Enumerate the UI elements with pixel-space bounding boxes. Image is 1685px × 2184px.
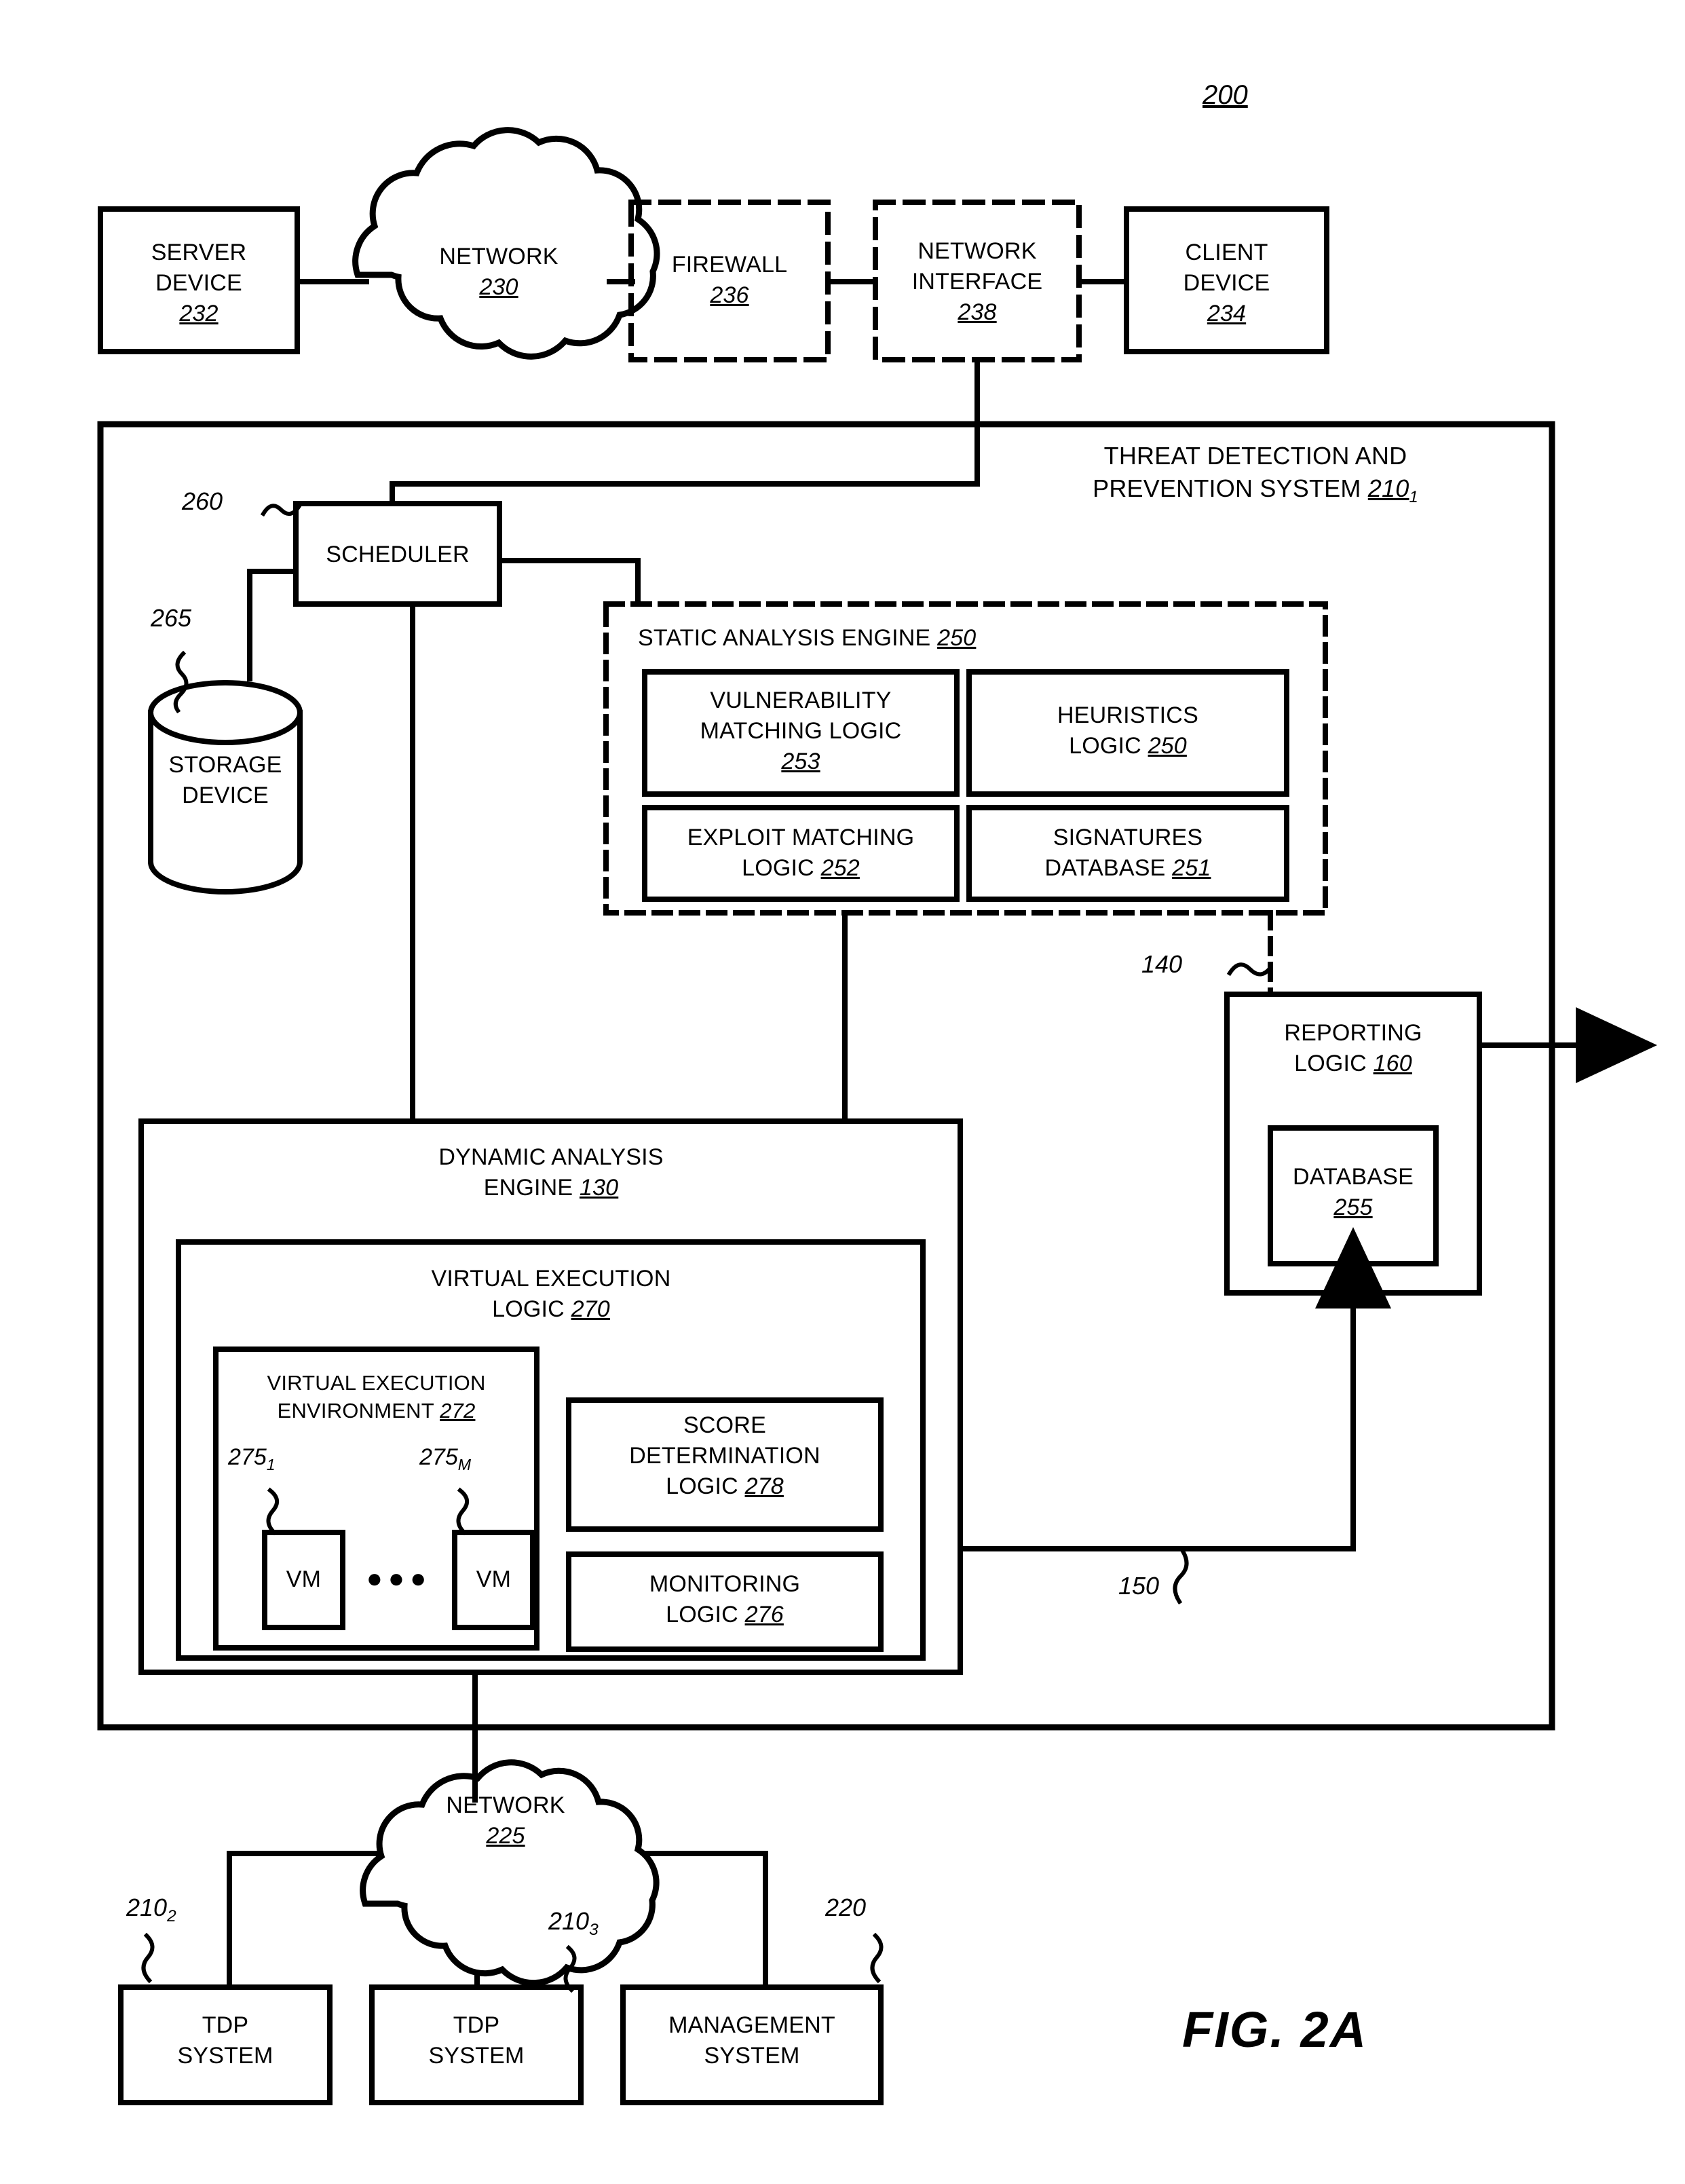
- management-system-label: MANAGEMENT SYSTEM: [668, 2012, 835, 2069]
- callout-265-squiggle: [173, 650, 189, 714]
- heuristics-logic-label: HEURISTICS LOGIC 250: [1057, 702, 1198, 759]
- link-network225-to-tdp2: [227, 1851, 378, 1990]
- vm-ellipsis-icon: ●●●: [366, 1564, 432, 1594]
- tdp-system-2-label: TDP SYSTEM: [177, 2012, 273, 2069]
- callout-150: 150: [1118, 1572, 1160, 1600]
- vm-right-label: VM: [476, 1566, 512, 1592]
- callout-265: 265: [151, 604, 192, 632]
- callout-220: 220: [825, 1894, 867, 1921]
- monitoring-logic-label: MONITORING LOGIC 276: [649, 1571, 801, 1627]
- figure-number-200: 200: [1203, 80, 1248, 110]
- server-device-label: SERVER DEVICE 232: [151, 240, 247, 326]
- callout-275-m: 275M: [419, 1444, 471, 1473]
- vm-left-label: VM: [286, 1566, 322, 1592]
- link-scheduler-to-static-engine: [497, 558, 641, 607]
- storage-device-label: STORAGE DEVICE: [168, 752, 282, 808]
- callout-210-3: 2103: [548, 1907, 599, 1940]
- storage-device-top: [148, 680, 303, 745]
- network-230-label: NETWORK 230: [439, 244, 558, 300]
- static-analysis-engine-title: STATIC ANALYSIS ENGINE 250: [638, 625, 977, 651]
- link-ni-to-scheduler: [390, 360, 980, 506]
- signatures-database-label: SIGNATURES DATABASE 251: [1044, 825, 1211, 881]
- link-network225-to-management: [642, 1851, 768, 1990]
- client-device-label: CLIENT DEVICE 234: [1183, 240, 1270, 326]
- callout-150-squiggle: [1173, 1547, 1189, 1605]
- callout-220-squiggle: [870, 1932, 884, 1984]
- callout-275-1-squiggle: [266, 1487, 279, 1536]
- database-255-label: DATABASE 255: [1293, 1164, 1414, 1220]
- scheduler-label: SCHEDULER: [326, 542, 470, 567]
- dynamic-analysis-engine-label: DYNAMIC ANALYSIS ENGINE 130: [438, 1144, 664, 1201]
- virtual-execution-environment-label: VIRTUAL EXECUTION ENVIRONMENT 272: [267, 1371, 486, 1423]
- callout-140-squiggle: [1226, 962, 1274, 977]
- reporting-logic-label: REPORTING LOGIC 160: [1284, 1020, 1422, 1076]
- tdp-system-title: THREAT DETECTION AND PREVENTION SYSTEM 2…: [1093, 442, 1418, 506]
- callout-275-m-squiggle: [456, 1487, 469, 1536]
- link-dynamic-to-reporting: [958, 1227, 1391, 1551]
- tdp-system-3-label: TDP SYSTEM: [428, 2012, 525, 2069]
- figure-caption: FIG. 2A: [1182, 2001, 1368, 2058]
- virtual-execution-logic-label: VIRTUAL EXECUTION LOGIC 270: [431, 1266, 671, 1322]
- callout-210-2: 2102: [126, 1894, 176, 1926]
- exploit-matching-logic-label: EXPLOIT MATCHING LOGIC 252: [687, 825, 915, 881]
- callout-210-2-squiggle: [141, 1932, 155, 1984]
- callout-140: 140: [1141, 950, 1183, 978]
- callout-260: 260: [182, 487, 223, 515]
- callout-275-1: 2751: [228, 1444, 276, 1473]
- vulnerability-matching-logic-label: VULNERABILITY MATCHING LOGIC 253: [700, 688, 902, 774]
- network-interface-label: NETWORK INTERFACE 238: [911, 238, 1043, 325]
- score-determination-logic-label: SCORE DETERMINATION LOGIC 278: [629, 1412, 820, 1499]
- network-225-label: NETWORK 225: [446, 1792, 565, 1849]
- firewall-label: FIREWALL 236: [671, 252, 788, 308]
- link-scheduler-to-storage: [247, 569, 299, 681]
